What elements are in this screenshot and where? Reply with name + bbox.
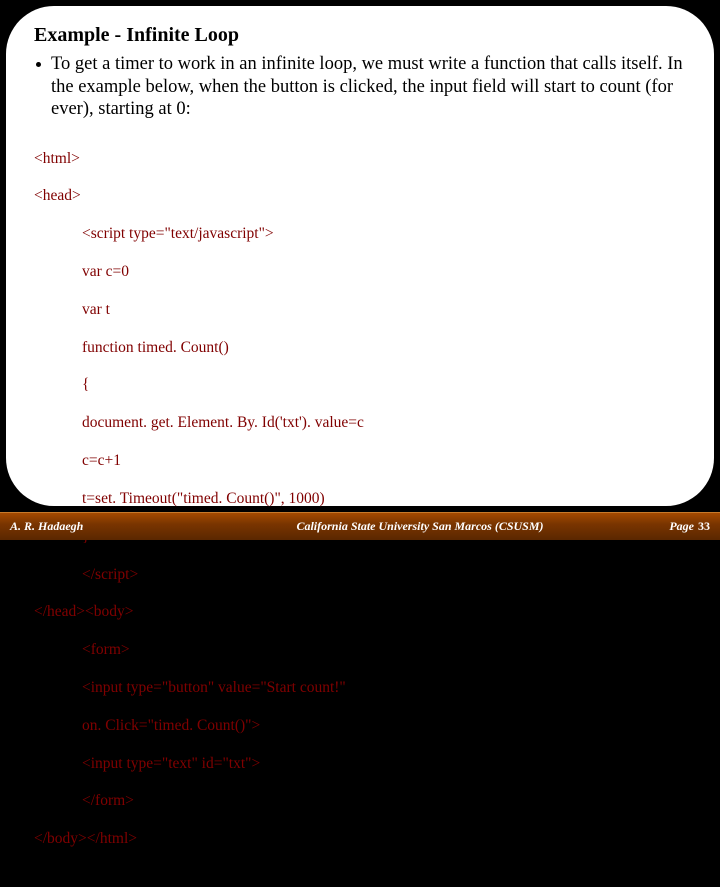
code-line: <form>	[34, 641, 686, 660]
code-line: {	[34, 376, 686, 395]
bullet-dot-icon	[36, 62, 41, 67]
code-line: <script type="text/javascript">	[34, 225, 686, 244]
bullet-item: To get a timer to work in an infinite lo…	[34, 53, 686, 121]
code-line: t=set. Timeout("timed. Count()", 1000)	[34, 490, 686, 509]
code-line: </form>	[34, 792, 686, 811]
code-line: c=c+1	[34, 452, 686, 471]
code-line: </body></html>	[34, 830, 686, 849]
code-line: function timed. Count()	[34, 339, 686, 358]
slide-body: Example - Infinite Loop To get a timer t…	[6, 6, 714, 506]
page-label: Page	[669, 519, 694, 533]
page-number: 33	[698, 519, 710, 533]
bullet-text: To get a timer to work in an infinite lo…	[51, 53, 686, 121]
code-example: <html> <head> <script type="text/javascr…	[34, 131, 686, 887]
footer-author: A. R. Hadaegh	[0, 519, 200, 534]
code-line: <html>	[34, 150, 686, 169]
code-line: document. get. Element. By. Id('txt'). v…	[34, 414, 686, 433]
slide-footer: A. R. Hadaegh California State Universit…	[0, 512, 720, 540]
code-line: on. Click="timed. Count()">	[34, 717, 686, 736]
footer-institution: California State University San Marcos (…	[200, 519, 640, 534]
footer-page: Page 33	[640, 519, 720, 534]
code-line: </script>	[34, 566, 686, 585]
code-line: </head><body>	[34, 603, 686, 622]
code-line: var t	[34, 301, 686, 320]
slide-title: Example - Infinite Loop	[34, 24, 686, 47]
code-line: <input type="button" value="Start count!…	[34, 679, 686, 698]
code-line: <head>	[34, 187, 686, 206]
code-line: var c=0	[34, 263, 686, 282]
code-line: <input type="text" id="txt">	[34, 755, 686, 774]
